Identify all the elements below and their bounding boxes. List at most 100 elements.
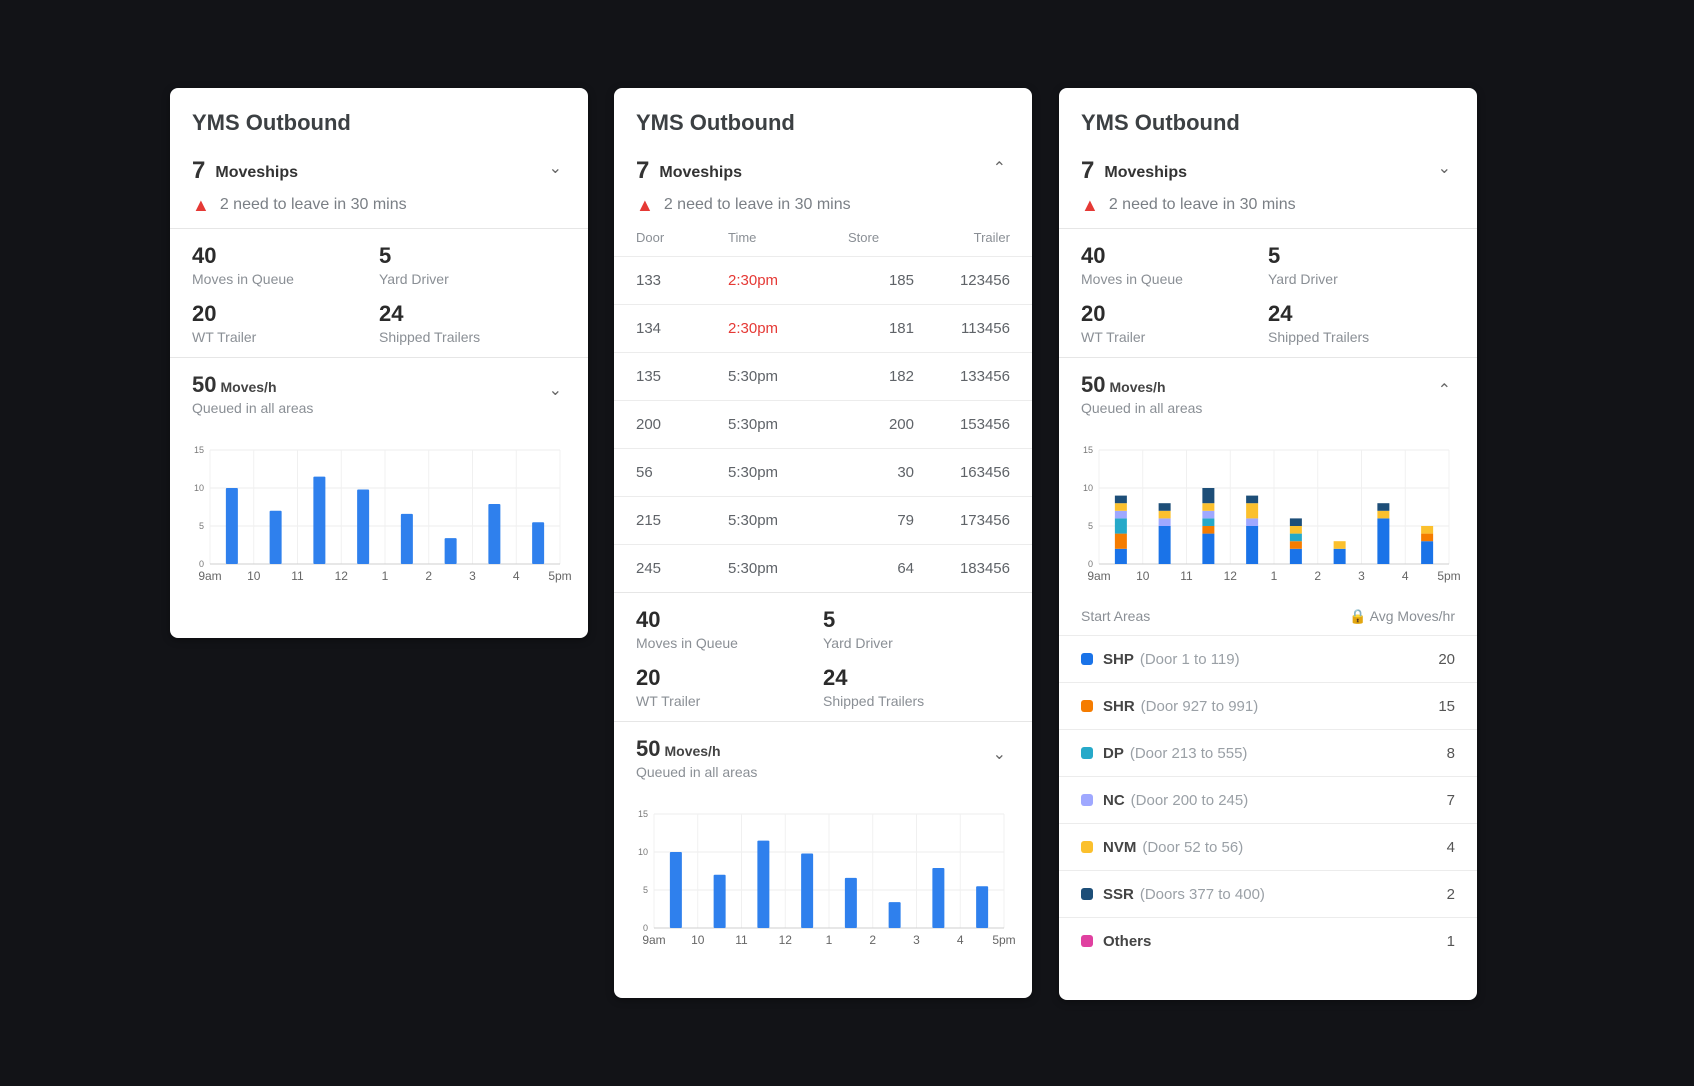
y-tick-label: 0 [643,923,648,933]
legend-range: (Door 1 to 119) [1139,650,1240,668]
moves-bar-chart: 15 10 5 0 9am 10 11 12 1 2 3 4 5pm [184,442,574,592]
table-row[interactable]: 133 2:30pm 185 123456 [614,256,1032,304]
x-tick-label: 9am [642,933,665,947]
stats-grid: 40 Moves in Queue 5 Yard Driver 20 WT Trail… [170,229,588,357]
y-tick-label: 10 [194,483,204,493]
moves-stacked-bar-chart: 15 10 5 0 9am 10 11 12 1 2 3 4 5pm [1073,442,1463,592]
x-tick-label: 5pm [548,569,571,583]
chevron-down-icon[interactable]: ⌄ [1438,158,1451,178]
cell-store: 64 [897,560,914,577]
x-tick-label: 1 [382,569,389,583]
x-tick-label: 4 [1402,569,1409,583]
legend-name: SHP [1103,650,1134,668]
legend-swatch [1081,794,1093,806]
legend-value: 15 [1438,697,1455,715]
table-row[interactable]: 56 5:30pm 30 163456 [614,448,1032,496]
cell-trailer: 153456 [959,416,1010,433]
stat-moves-in-queue: 40 Moves in Queue [636,607,738,651]
bar [488,503,501,564]
moves-per-hour-header[interactable]: 50 Moves/h Queued in all areas ⌄ [170,358,588,432]
chart-svg: 1510509am 10 11 12 1 2 3 4 5pm [1083,445,1461,583]
chevron-down-icon[interactable]: ⌄ [549,380,562,400]
legend-row[interactable]: Others 1 [1059,917,1477,964]
cell-time: 5:30pm [728,512,779,529]
legend-row[interactable]: SHP (Door 1 to 119) 20 [1059,635,1477,682]
stat-wt-trailer: 20 WT Trailer [192,301,257,345]
outbound-card-collapsed: YMS Outbound 7 Moveships ⌄ ▲ 2 need to l… [170,88,588,638]
chevron-up-icon[interactable]: ⌃ [993,158,1006,178]
table-row[interactable]: 245 5:30pm 64 183456 [614,544,1032,592]
bar-segment [1421,533,1434,542]
x-tick-label: 3 [1358,569,1365,583]
cell-door: 134 [636,320,662,337]
chevron-up-icon[interactable]: ⌃ [1438,380,1451,400]
start-areas-legend: SHP (Door 1 to 119) 20 SHR (Door 927 to 991)… [1059,635,1477,964]
x-tick-label: 10 [1136,569,1150,583]
table-row[interactable]: 135 5:30pm 182 133456 [614,352,1032,400]
legend-value: 7 [1446,791,1455,809]
moveships-table-header: Door Time Store Trailer [614,218,1032,256]
moves-per-hour-unit: Moves/h [1109,379,1166,395]
stat-yard-driver: 5 Yard Driver [379,243,449,287]
x-tick-label: 4 [957,933,964,947]
moves-per-hour-unit: Moves/h [664,743,721,759]
lock-icon: 🔒 [1349,608,1367,624]
moveships-header[interactable]: 7 Moveships ⌃ [614,144,1032,184]
chart-svg: 1510509am 10 11 12 1 2 3 4 5pm [194,445,572,583]
stat-wt-trailer: 20 WT Trailer [1081,301,1146,345]
legend-header: Start Areas 🔒 Avg Moves/hr [1059,592,1477,635]
bar-segment [1289,518,1302,526]
x-tick-label: 12 [1224,569,1238,583]
cell-trailer: 183456 [959,560,1010,577]
bar [225,488,238,564]
bar-segment [1246,518,1259,526]
legend-row[interactable]: SSR (Doors 377 to 400) 2 [1059,870,1477,917]
table-row[interactable]: 200 5:30pm 200 153456 [614,400,1032,448]
stat-yard-driver: 5 Yard Driver [823,607,893,651]
bar-segment [1114,510,1127,519]
y-tick-label: 5 [1088,521,1093,531]
moveships-count: 7 [1081,157,1095,184]
bar-segment [1114,503,1127,511]
legend-right-label: 🔒 Avg Moves/hr [1349,608,1455,624]
legend-row[interactable]: NVM (Door 52 to 56) 4 [1059,823,1477,870]
moves-per-hour-sub: Queued in all areas [1081,400,1203,416]
moveships-label: Moveships [215,164,299,181]
y-tick-label: 10 [638,847,648,857]
bar-segment [1246,503,1259,519]
stat-wt-trailer: 20 WT Trailer [636,665,701,709]
legend-swatch [1081,700,1093,712]
chevron-down-icon[interactable]: ⌄ [993,744,1006,764]
x-tick-label: 2 [425,569,432,583]
bar-segment [1158,510,1171,519]
x-tick-label: 12 [779,933,793,947]
legend-row[interactable]: NC (Door 200 to 245) 7 [1059,776,1477,823]
x-tick-label: 5pm [1437,569,1460,583]
moves-per-hour-header[interactable]: 50 Moves/h Queued in all areas ⌄ [614,722,1032,796]
moveships-count: 7 [636,157,650,184]
legend-value: 8 [1446,744,1455,762]
legend-row[interactable]: DP (Door 213 to 555) 8 [1059,729,1477,776]
bar-segment [1333,541,1346,549]
leave-alert: ▲ 2 need to leave in 30 mins [614,184,1032,218]
legend-swatch [1081,935,1093,947]
bar [357,489,370,564]
legend-row[interactable]: SHR (Door 927 to 991) 15 [1059,682,1477,729]
table-row[interactable]: 134 2:30pm 181 113456 [614,304,1032,352]
bar-segment [1377,503,1390,511]
chevron-down-icon[interactable]: ⌄ [549,158,562,178]
moves-per-hour-header[interactable]: 50 Moves/h Queued in all areas ⌃ [1059,358,1477,432]
cell-time: 5:30pm [728,368,779,385]
bar-segment [1421,526,1434,534]
cell-trailer: 163456 [959,464,1010,481]
alert-text: 2 need to leave in 30 mins [1108,196,1296,213]
alert-text: 2 need to leave in 30 mins [219,196,407,213]
bar-segment [1202,488,1215,504]
cell-store: 200 [888,416,914,433]
moveships-header[interactable]: 7 Moveships ⌄ [170,144,588,184]
x-tick-label: 4 [513,569,520,583]
table-row[interactable]: 215 5:30pm 79 173456 [614,496,1032,544]
bar-segment [1289,548,1302,564]
bar [400,513,413,564]
moveships-header[interactable]: 7 Moveships ⌄ [1059,144,1477,184]
